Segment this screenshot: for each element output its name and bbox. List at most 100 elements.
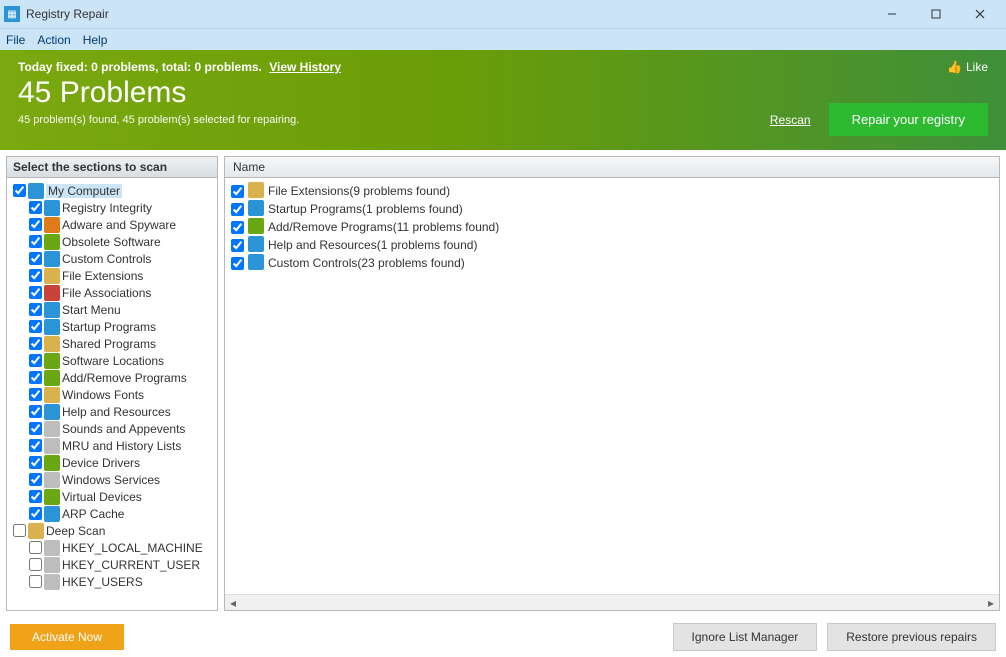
result-item[interactable]: Custom Controls(23 problems found) (227, 254, 997, 272)
tree-checkbox[interactable] (29, 473, 42, 486)
tree-checkbox[interactable] (29, 218, 42, 231)
tree-item[interactable]: Device Drivers (9, 454, 215, 471)
tree-checkbox[interactable] (29, 558, 42, 571)
result-item[interactable]: Startup Programs(1 problems found) (227, 200, 997, 218)
tree-item-label: Windows Fonts (62, 388, 144, 402)
tree-checkbox[interactable] (29, 541, 42, 554)
scroll-right-icon[interactable]: ▸ (983, 595, 999, 611)
tree-checkbox[interactable] (29, 388, 42, 401)
tree-item[interactable]: Windows Services (9, 471, 215, 488)
tree-checkbox[interactable] (13, 184, 26, 197)
close-button[interactable] (958, 0, 1002, 28)
section-icon (44, 251, 60, 267)
tree-item[interactable]: Software Locations (9, 352, 215, 369)
like-button[interactable]: 👍 Like (947, 60, 988, 74)
result-item[interactable]: Add/Remove Programs(11 problems found) (227, 218, 997, 236)
tree-checkbox[interactable] (13, 524, 26, 537)
tree-item-label: Help and Resources (62, 405, 171, 419)
rescan-link[interactable]: Rescan (770, 113, 811, 127)
tree-checkbox[interactable] (29, 320, 42, 333)
results-list[interactable]: File Extensions(9 problems found) Startup… (225, 178, 999, 594)
hkey-icon (44, 540, 60, 556)
tree-item[interactable]: HKEY_USERS (9, 573, 215, 590)
tree-item-label: Deep Scan (46, 524, 105, 538)
tree-item[interactable]: Shared Programs (9, 335, 215, 352)
tree-item-label: HKEY_LOCAL_MACHINE (62, 541, 203, 555)
tree-item[interactable]: Startup Programs (9, 318, 215, 335)
tree-checkbox[interactable] (29, 201, 42, 214)
result-label: Startup Programs(1 problems found) (268, 202, 463, 216)
right-panel: Name File Extensions(9 problems found)St… (224, 156, 1000, 611)
tree-item[interactable]: File Extensions (9, 267, 215, 284)
tree-checkbox[interactable] (29, 422, 42, 435)
result-item[interactable]: Help and Resources(1 problems found) (227, 236, 997, 254)
restore-repairs-button[interactable]: Restore previous repairs (827, 623, 996, 651)
result-icon (248, 218, 264, 237)
tree-checkbox[interactable] (29, 354, 42, 367)
tree-item[interactable]: My Computer (9, 182, 215, 199)
result-checkbox[interactable] (231, 257, 244, 270)
result-checkbox[interactable] (231, 239, 244, 252)
tree-item[interactable]: Registry Integrity (9, 199, 215, 216)
section-icon (44, 489, 60, 505)
result-checkbox[interactable] (231, 221, 244, 234)
tree-item-label: Startup Programs (62, 320, 156, 334)
tree-checkbox[interactable] (29, 286, 42, 299)
tree-item[interactable]: ARP Cache (9, 505, 215, 522)
result-item[interactable]: File Extensions(9 problems found) (227, 182, 997, 200)
menu-file[interactable]: File (6, 33, 25, 47)
tree-item[interactable]: Start Menu (9, 301, 215, 318)
tree-item-label: Adware and Spyware (62, 218, 176, 232)
tree-item[interactable]: Custom Controls (9, 250, 215, 267)
scroll-left-icon[interactable]: ◂ (225, 595, 241, 611)
tree-checkbox[interactable] (29, 235, 42, 248)
section-icon (44, 234, 60, 250)
tree-checkbox[interactable] (29, 269, 42, 282)
result-icon (248, 254, 264, 273)
tree-checkbox[interactable] (29, 337, 42, 350)
result-checkbox[interactable] (231, 185, 244, 198)
tree-item[interactable]: File Associations (9, 284, 215, 301)
tree-item-label: File Extensions (62, 269, 143, 283)
section-tree[interactable]: My ComputerRegistry Integrity Adware and … (7, 178, 217, 610)
tree-checkbox[interactable] (29, 507, 42, 520)
tree-item[interactable]: Windows Fonts (9, 386, 215, 403)
horizontal-scrollbar[interactable]: ◂ ▸ (225, 594, 999, 610)
menu-help[interactable]: Help (83, 33, 108, 47)
result-checkbox[interactable] (231, 203, 244, 216)
section-icon (44, 455, 60, 471)
tree-item[interactable]: MRU and History Lists (9, 437, 215, 454)
result-icon (248, 182, 264, 201)
tree-item[interactable]: HKEY_LOCAL_MACHINE (9, 539, 215, 556)
tree-item[interactable]: Help and Resources (9, 403, 215, 420)
ignore-list-button[interactable]: Ignore List Manager (673, 623, 818, 651)
tree-checkbox[interactable] (29, 405, 42, 418)
status-suffix: problems. (201, 60, 262, 74)
tree-item[interactable]: Deep Scan (9, 522, 215, 539)
tree-item[interactable]: Add/Remove Programs (9, 369, 215, 386)
titlebar: ▦ Registry Repair (0, 0, 1006, 28)
tree-checkbox[interactable] (29, 371, 42, 384)
view-history-link[interactable]: View History (269, 60, 341, 74)
section-icon (44, 200, 60, 216)
maximize-button[interactable] (914, 0, 958, 28)
tree-item[interactable]: Sounds and Appevents (9, 420, 215, 437)
tree-item[interactable]: Virtual Devices (9, 488, 215, 505)
section-icon (44, 302, 60, 318)
section-icon (44, 353, 60, 369)
tree-item[interactable]: Adware and Spyware (9, 216, 215, 233)
tree-checkbox[interactable] (29, 456, 42, 469)
tree-item[interactable]: Obsolete Software (9, 233, 215, 250)
tree-checkbox[interactable] (29, 439, 42, 452)
menu-action[interactable]: Action (37, 33, 70, 47)
tree-item[interactable]: HKEY_CURRENT_USER (9, 556, 215, 573)
minimize-button[interactable] (870, 0, 914, 28)
repair-button[interactable]: Repair your registry (829, 103, 988, 136)
section-icon (44, 438, 60, 454)
tree-checkbox[interactable] (29, 490, 42, 503)
tree-checkbox[interactable] (29, 303, 42, 316)
tree-checkbox[interactable] (29, 575, 42, 588)
tree-checkbox[interactable] (29, 252, 42, 265)
fixed-today: 0 (91, 60, 98, 74)
activate-button[interactable]: Activate Now (10, 624, 124, 650)
